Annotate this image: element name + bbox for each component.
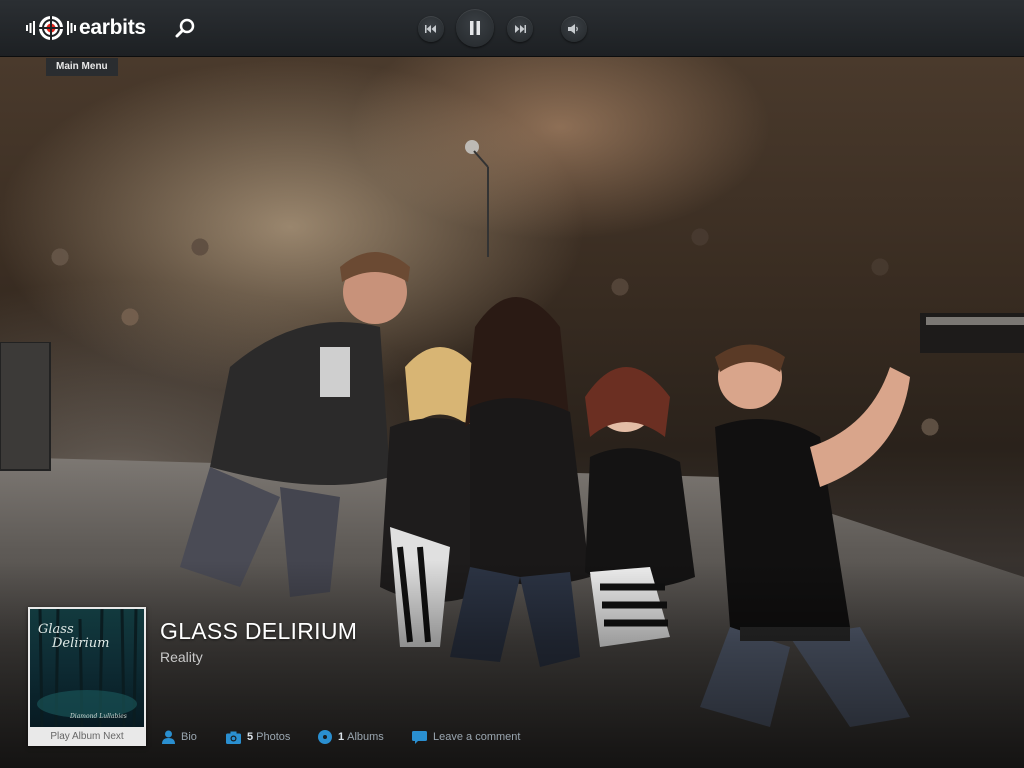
user-icon xyxy=(162,730,175,744)
earbits-logo-icon xyxy=(26,15,76,41)
next-icon xyxy=(515,25,526,33)
album-art-subtitle: Diamond Lullabies xyxy=(70,713,127,720)
albums-count: 1 xyxy=(338,731,345,743)
play-album-next-button[interactable]: Play Album Next xyxy=(28,727,146,746)
artist-name[interactable]: GLASS DELIRIUM xyxy=(160,618,357,645)
comment-icon xyxy=(412,730,427,744)
previous-icon xyxy=(425,25,436,33)
earbits-logo[interactable]: earbits xyxy=(26,15,146,41)
comment-label: Leave a comment xyxy=(433,731,521,743)
logo-text: earbits xyxy=(79,16,146,39)
album-art-title-line2: Delirium xyxy=(52,636,110,651)
speaker-cabinet xyxy=(0,342,51,471)
album-cover[interactable]: Glass Delirium Diamond Lullabies xyxy=(30,609,144,727)
band-member xyxy=(180,252,410,597)
photos-link[interactable]: 5 Photos xyxy=(226,729,290,745)
bio-link[interactable]: Bio xyxy=(162,729,197,745)
pause-button[interactable] xyxy=(456,9,494,47)
main-menu-button[interactable]: Main Menu xyxy=(46,58,118,76)
album-art-title: Glass Delirium xyxy=(38,623,110,651)
photos-label: Photos xyxy=(256,731,291,743)
volume-button[interactable] xyxy=(561,16,587,42)
albums-label: Albums xyxy=(347,731,384,743)
disc-icon xyxy=(318,730,332,744)
album-art-title-line1: Glass xyxy=(38,622,74,637)
volume-icon xyxy=(568,24,578,34)
photos-count: 5 xyxy=(247,731,254,743)
albums-link[interactable]: 1 Albums xyxy=(318,729,384,745)
previous-button[interactable] xyxy=(418,16,444,42)
album-card[interactable]: Glass Delirium Diamond Lullabies Play Al… xyxy=(28,607,146,746)
search-icon[interactable] xyxy=(175,17,197,39)
comment-link[interactable]: Leave a comment xyxy=(412,729,520,745)
bio-label: Bio xyxy=(181,731,197,743)
pause-icon xyxy=(470,21,480,35)
camera-icon xyxy=(226,731,241,744)
album-name[interactable]: Reality xyxy=(160,649,203,665)
next-button[interactable] xyxy=(507,16,533,42)
top-bar: earbits xyxy=(0,0,1024,57)
